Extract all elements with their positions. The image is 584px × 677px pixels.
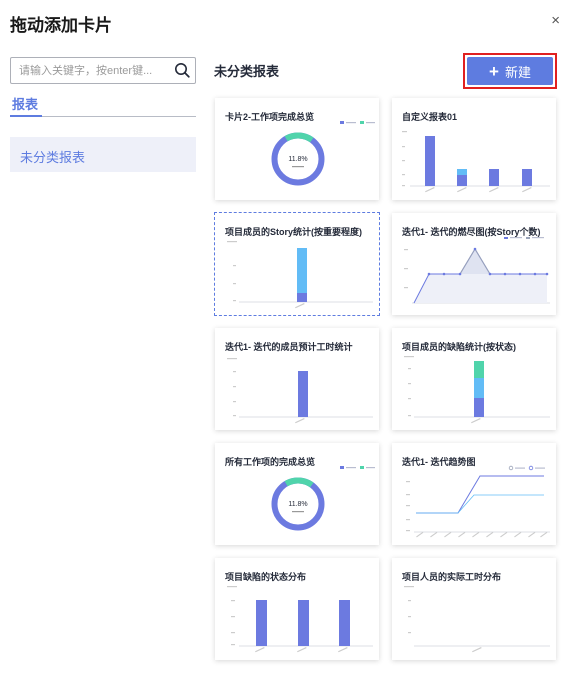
sidebar-item-uncategorized[interactable]: 未分类报表 [10, 137, 196, 172]
stacked-bar-chart-thumbnail [404, 356, 550, 424]
report-card[interactable]: 所有工作项的完成总览 11.8% [215, 443, 379, 545]
line-chart-thumbnail [404, 237, 550, 304]
line-chart-thumbnail [406, 465, 550, 538]
tab-reports[interactable]: 报表 [12, 94, 38, 113]
empty-chart-thumbnail [404, 586, 550, 653]
report-card[interactable]: 项目人员的实际工时分布 [392, 558, 556, 660]
plus-icon: + [489, 61, 499, 81]
report-card[interactable]: 迭代1- 迭代趋势图 [392, 443, 556, 545]
donut-chart-thumbnail: 11.8% [271, 121, 375, 186]
report-card[interactable]: 项目成员的缺陷统计(按状态) [392, 328, 556, 430]
new-button[interactable]: + 新建 [467, 57, 553, 85]
dialog-title: 拖动添加卡片 [10, 16, 112, 35]
search-input[interactable] [19, 62, 169, 80]
new-button-label: 新建 [504, 64, 531, 80]
donut-chart-thumbnail: 11.8% [271, 466, 375, 531]
donut-center-value: 11.8% [288, 501, 307, 508]
bar-chart-thumbnail [402, 131, 550, 193]
report-card[interactable]: 迭代1- 迭代的成员预计工时统计 [215, 328, 379, 430]
report-card-selected[interactable]: 项目成员的Story统计(按重要程度) [214, 212, 380, 316]
bar-chart-thumbnail [227, 358, 373, 424]
search-box[interactable] [10, 57, 196, 84]
search-icon[interactable] [174, 62, 191, 79]
donut-center-value: 11.8% [288, 156, 307, 163]
close-icon[interactable]: × [551, 12, 560, 29]
report-card[interactable]: 自定义报表01 [392, 98, 556, 200]
report-card[interactable]: 卡片2-工作项完成总览 11.8% [215, 98, 379, 200]
tab-active-indicator [10, 115, 42, 117]
bar-chart-thumbnail [227, 586, 373, 653]
report-card[interactable]: 迭代1- 迭代的燃尽图(按Story个数) [392, 213, 556, 315]
stacked-bar-chart-thumbnail [227, 241, 373, 309]
section-title: 未分类报表 [214, 64, 280, 79]
report-card[interactable]: 项目缺陷的状态分布 [215, 558, 379, 660]
dialog-header: 拖动添加卡片 × [0, 0, 584, 46]
